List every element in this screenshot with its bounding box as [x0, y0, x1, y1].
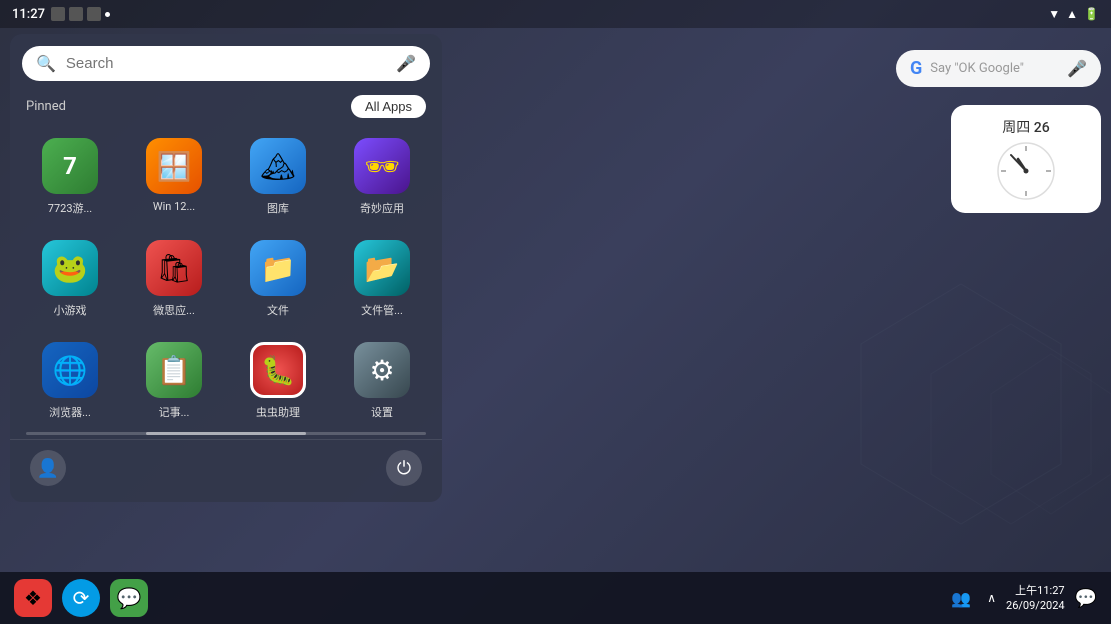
pinned-label: Pinned: [26, 99, 66, 114]
users-icon: 👥: [951, 589, 971, 608]
app-icon-settings: ⚙: [354, 342, 410, 398]
status-bar-left: 11:27: [12, 7, 110, 22]
scroll-thumb: [146, 432, 306, 435]
power-button[interactable]: ⏻: [386, 450, 422, 486]
status-icons: [51, 7, 110, 21]
status-bar: 11:27 ▼ ▲ 🔋: [0, 0, 1111, 28]
app-label-antivirus: 虫虫助理: [256, 404, 300, 420]
app-label-filemanager: 文件管...: [361, 302, 403, 318]
google-search-placeholder: Say "OK Google": [930, 61, 1059, 76]
clock-widget: 周四 26: [951, 105, 1101, 213]
app-item-settings[interactable]: ⚙ 设置: [330, 330, 434, 432]
status-icon-1: [51, 7, 65, 21]
status-icon-2: [69, 7, 83, 21]
taskbar-app-2-icon: ⟳: [73, 586, 90, 610]
app-icon-7723: 7: [42, 138, 98, 194]
wifi-icon: ▼: [1048, 7, 1060, 21]
app-label-magic: 奇妙应用: [360, 200, 404, 216]
app-grid: 7 7723游... 🪟 Win 12... 🏔 图库 🕶 奇妙应用 🐸 小游戏 🛍 微思应... 📁 文…: [10, 126, 442, 432]
taskbar-chat-icon[interactable]: 💬: [1075, 588, 1097, 609]
hex-decoration: [811, 264, 1111, 564]
google-search-widget[interactable]: G Say "OK Google" 🎤: [896, 50, 1101, 87]
pinned-header: Pinned All Apps: [10, 91, 442, 126]
search-icon: 🔍: [36, 54, 56, 73]
app-item-win12[interactable]: 🪟 Win 12...: [122, 126, 226, 228]
clock-date: 周四 26: [1002, 117, 1049, 137]
status-bar-right: ▼ ▲ 🔋: [1048, 7, 1099, 21]
taskbar-app-1[interactable]: ❖: [14, 579, 52, 617]
app-icon-win12: 🪟: [146, 138, 202, 194]
app-item-games[interactable]: 🐸 小游戏: [18, 228, 122, 330]
app-icon-magic: 🕶: [354, 138, 410, 194]
all-apps-button[interactable]: All Apps: [351, 95, 426, 118]
app-icon-antivirus: 🐛: [250, 342, 306, 398]
app-drawer: 🔍 🎤 Pinned All Apps 7 7723游... 🪟 Win 12... 🏔…: [10, 34, 442, 502]
app-label-micro: 微思应...: [153, 302, 195, 318]
signal-icon: ▲: [1066, 7, 1078, 21]
desktop: 11:27 ▼ ▲ 🔋 🔍 🎤 Pinned All Apps: [0, 0, 1111, 624]
taskbar-app-3[interactable]: 💬: [110, 579, 148, 617]
app-item-browser[interactable]: 🌐 浏览器...: [18, 330, 122, 432]
status-time: 11:27: [12, 7, 45, 22]
taskbar-time-top: 上午11:27: [1006, 583, 1065, 598]
drawer-controls: 👤 ⏻: [10, 439, 442, 494]
taskbar-app-3-icon: 💬: [117, 586, 142, 610]
google-g-logo: G: [910, 58, 922, 79]
app-label-settings: 设置: [371, 404, 393, 420]
app-icon-filemanager: 📂: [354, 240, 410, 296]
taskbar: ❖ ⟳ 💬 👥 ∧ 上午11:27 26/09/2024 💬: [0, 572, 1111, 624]
taskbar-right: 👥 ∧ 上午11:27 26/09/2024 💬: [945, 582, 1097, 614]
app-label-win12: Win 12...: [153, 200, 195, 213]
app-item-magic[interactable]: 🕶 奇妙应用: [330, 126, 434, 228]
mic-icon[interactable]: 🎤: [396, 54, 416, 73]
app-icon-files: 📁: [250, 240, 306, 296]
status-icon-3: [87, 7, 101, 21]
app-item-micro[interactable]: 🛍 微思应...: [122, 228, 226, 330]
app-item-filemanager[interactable]: 📂 文件管...: [330, 228, 434, 330]
app-label-note: 记事...: [159, 404, 190, 420]
app-item-files[interactable]: 📁 文件: [226, 228, 330, 330]
taskbar-app-1-icon: ❖: [24, 586, 42, 610]
taskbar-left: ❖ ⟳ 💬: [14, 579, 945, 617]
search-input[interactable]: [66, 55, 386, 72]
app-label-games: 小游戏: [54, 302, 87, 318]
taskbar-chevron-icon[interactable]: ∧: [987, 591, 996, 605]
app-item-note[interactable]: 📋 记事...: [122, 330, 226, 432]
app-icon-gallery: 🏔: [250, 138, 306, 194]
app-label-gallery: 图库: [267, 200, 289, 216]
app-item-7723[interactable]: 7 7723游...: [18, 126, 122, 228]
app-icon-note: 📋: [146, 342, 202, 398]
taskbar-time-bottom: 26/09/2024: [1006, 598, 1065, 613]
status-dot: [105, 12, 110, 17]
taskbar-time: 上午11:27 26/09/2024: [1006, 583, 1065, 614]
app-label-7723: 7723游...: [48, 200, 92, 216]
app-item-antivirus[interactable]: 🐛 虫虫助理: [226, 330, 330, 432]
taskbar-app-2[interactable]: ⟳: [62, 579, 100, 617]
battery-icon: 🔋: [1084, 7, 1099, 21]
app-icon-games: 🐸: [42, 240, 98, 296]
app-icon-micro: 🛍: [146, 240, 202, 296]
app-icon-browser: 🌐: [42, 342, 98, 398]
clock-face: [996, 141, 1056, 201]
google-mic-icon[interactable]: 🎤: [1067, 59, 1087, 78]
app-label-files: 文件: [267, 302, 289, 318]
user-button[interactable]: 👤: [30, 450, 66, 486]
app-item-gallery[interactable]: 🏔 图库: [226, 126, 330, 228]
search-bar[interactable]: 🔍 🎤: [22, 46, 430, 81]
scroll-indicator: [26, 432, 426, 435]
app-label-browser: 浏览器...: [49, 404, 91, 420]
taskbar-users-icon[interactable]: 👥: [945, 582, 977, 614]
